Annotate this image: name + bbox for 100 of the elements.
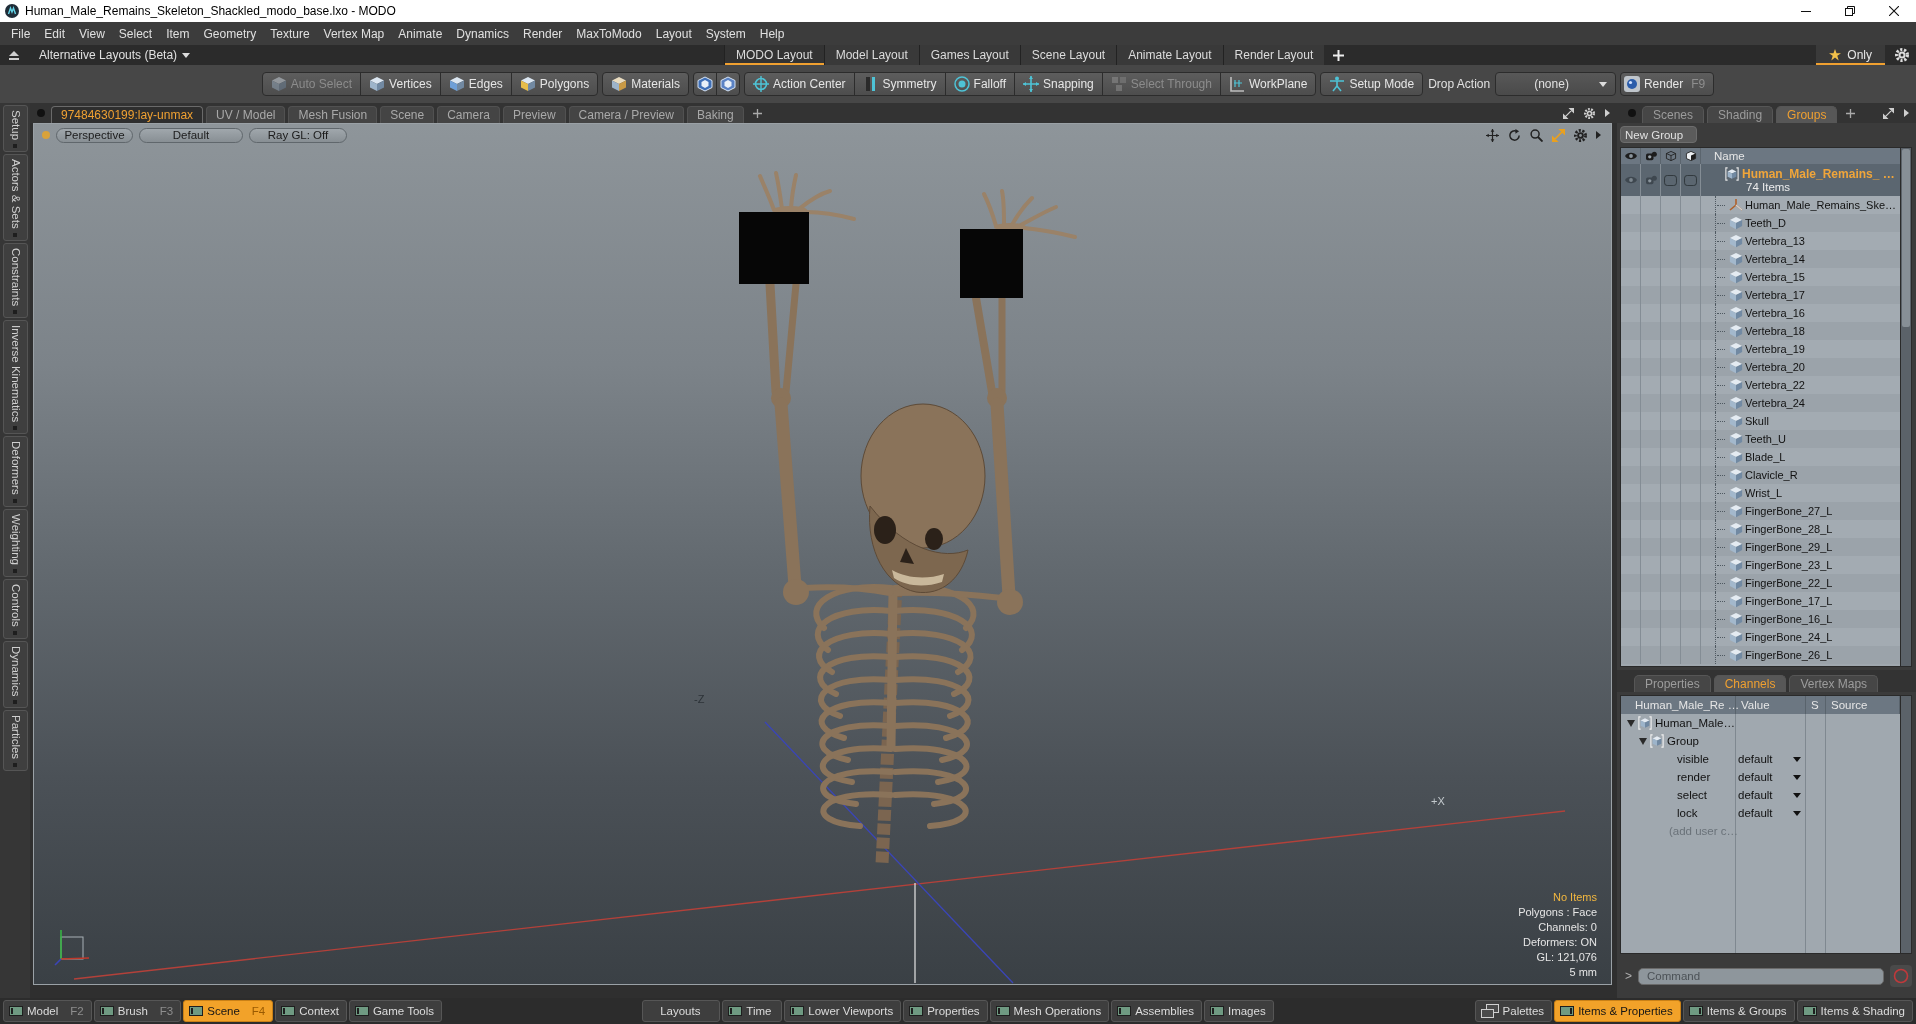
panel-toggle[interactable]: Assemblies [1111, 1000, 1202, 1022]
tool-icon-button[interactable] [715, 72, 740, 96]
menu-item[interactable]: Layout [648, 26, 699, 41]
tool-button[interactable]: Snapping [1014, 72, 1103, 96]
channel-name[interactable]: lock [1677, 807, 1698, 819]
tool-button[interactable]: WorkPlane [1219, 72, 1317, 96]
channel-item[interactable]: Human_Male… [1655, 717, 1735, 729]
layout-tab[interactable]: Scene Layout [1019, 45, 1117, 65]
menu-item[interactable]: Animate [391, 26, 450, 41]
menu-item[interactable]: Geometry [196, 26, 264, 41]
viewport-tab[interactable]: Mesh Fusion [288, 106, 378, 123]
side-tab[interactable]: Deformers [2, 436, 28, 507]
layout-tab[interactable]: MODO Layout [724, 45, 824, 65]
menu-item[interactable]: Vertex Map [316, 26, 392, 41]
menu-item[interactable]: Help [752, 26, 792, 41]
layout-tab[interactable]: Render Layout [1222, 45, 1325, 65]
tool-button[interactable]: Falloff [944, 72, 1016, 96]
camera-icon[interactable] [1644, 151, 1657, 161]
tool-button[interactable]: Vertices [360, 72, 441, 96]
layout-tab[interactable]: Games Layout [918, 45, 1020, 65]
value-dropdown[interactable]: default [1736, 787, 1804, 803]
channel-name[interactable]: select [1677, 789, 1708, 801]
item-row[interactable]: Vertebra_18 [1621, 322, 1900, 340]
menu-item[interactable]: Texture [263, 26, 317, 41]
column-header[interactable]: Source [1826, 696, 1900, 714]
panel-toggle[interactable]: Lower Viewports [784, 1000, 902, 1022]
menu-item[interactable]: System [698, 26, 753, 41]
menu-item[interactable]: Select [111, 26, 160, 41]
tool-button[interactable]: Setup Mode [1320, 72, 1424, 96]
item-row[interactable]: Teeth_D [1621, 214, 1900, 232]
menu-item[interactable]: File [4, 26, 38, 41]
item-row[interactable]: FingerBone_29_L [1621, 538, 1900, 556]
ray-gl-toggle[interactable]: Ray GL: Off [249, 127, 347, 143]
caret-icon[interactable] [1596, 131, 1601, 139]
cube-outline-icon[interactable] [1664, 151, 1677, 161]
item-row[interactable]: FingerBone_16_L [1621, 610, 1900, 628]
new-group-button[interactable]: New Group [1620, 126, 1697, 143]
panel-tab[interactable]: Scenes [1642, 106, 1705, 123]
eject-icon[interactable] [9, 50, 19, 60]
channel-name[interactable]: render [1677, 771, 1711, 783]
mode-tab[interactable]: Brush F3 [93, 1000, 182, 1022]
scrollbar[interactable] [1901, 695, 1912, 954]
layout-preset-tab[interactable]: Items & Shading [1796, 1000, 1913, 1022]
side-tab[interactable]: Setup [2, 105, 28, 153]
value-dropdown[interactable]: default [1736, 769, 1804, 785]
side-tab[interactable]: Controls [2, 578, 28, 639]
rotate-icon[interactable] [1508, 128, 1521, 142]
tool-button[interactable]: Polygons [510, 72, 599, 96]
side-tab[interactable]: Particles [2, 710, 28, 772]
scrollbar[interactable] [1901, 147, 1912, 667]
tool-button[interactable]: Action Center [743, 72, 855, 96]
column-header[interactable]: Name [1714, 150, 1745, 162]
mode-tab[interactable]: Context [275, 1000, 347, 1022]
menu-item[interactable]: Edit [37, 26, 73, 41]
side-tab[interactable]: Inverse Kinematics [2, 319, 28, 435]
drop-action-dropdown[interactable]: (none) [1495, 72, 1616, 96]
layout-preset-tab[interactable]: Items & Groups [1682, 1000, 1795, 1022]
command-field[interactable]: Command [1638, 967, 1884, 985]
plus-icon[interactable] [752, 108, 762, 118]
viewport-tab[interactable]: Camera [437, 106, 500, 123]
plus-icon[interactable] [1846, 108, 1856, 118]
caret-icon[interactable] [1605, 109, 1610, 117]
mode-tab[interactable]: Model F2 [3, 1000, 92, 1022]
menu-item[interactable]: View [72, 26, 112, 41]
panel-toggle[interactable]: Properties [903, 1000, 988, 1022]
scrollbar-thumb[interactable] [1902, 149, 1910, 327]
item-row[interactable]: Clavicle_R [1621, 466, 1900, 484]
filter-toggle[interactable]: Only [1816, 45, 1885, 65]
tool-button[interactable]: Symmetry [853, 72, 946, 96]
side-tab[interactable]: Constraints [2, 242, 28, 318]
value-dropdown[interactable]: default [1736, 751, 1804, 767]
menu-item[interactable]: MaxToModo [569, 26, 649, 41]
panel-tab[interactable]: Vertex Maps [1789, 675, 1879, 692]
layout-preset-tab[interactable]: Palettes [1474, 1000, 1553, 1022]
search-icon[interactable] [1530, 128, 1543, 142]
panel-toggle[interactable]: Time [722, 1000, 783, 1022]
column-header[interactable]: Value [1736, 696, 1806, 714]
move-icon[interactable] [1486, 128, 1499, 142]
channel-item[interactable]: Group [1667, 735, 1699, 747]
panel-toggle[interactable]: Layouts [642, 1000, 721, 1022]
menu-item[interactable]: Render [516, 26, 570, 41]
expand-arrow-icon[interactable] [1639, 737, 1647, 745]
item-row[interactable]: Vertebra_14 [1621, 250, 1900, 268]
layout-switcher[interactable]: Alternative Layouts (Beta) [39, 48, 191, 62]
layout-preset-tab[interactable]: Items & Properties [1554, 1000, 1681, 1022]
eye-icon[interactable] [1624, 175, 1637, 185]
viewport-tab[interactable]: Camera / Preview [568, 106, 684, 123]
value-dropdown[interactable]: default [1736, 805, 1804, 821]
channel-name[interactable]: visible [1677, 753, 1709, 765]
viewport-tab[interactable]: Scene [380, 106, 435, 123]
column-header[interactable]: Human_Male_Re … [1621, 696, 1736, 714]
eye-icon[interactable] [1624, 151, 1637, 161]
panel-toggle[interactable]: Images [1203, 1000, 1274, 1022]
style-dropdown[interactable]: Default [139, 127, 243, 143]
mode-tab[interactable]: Game Tools [348, 1000, 443, 1022]
expand-arrow-icon[interactable] [1627, 719, 1635, 727]
side-tab[interactable]: Dynamics [2, 640, 28, 708]
layout-tab[interactable]: Model Layout [823, 45, 919, 65]
tool-icon-button[interactable] [692, 72, 717, 96]
layout-tab[interactable]: Animate Layout [1116, 45, 1223, 65]
